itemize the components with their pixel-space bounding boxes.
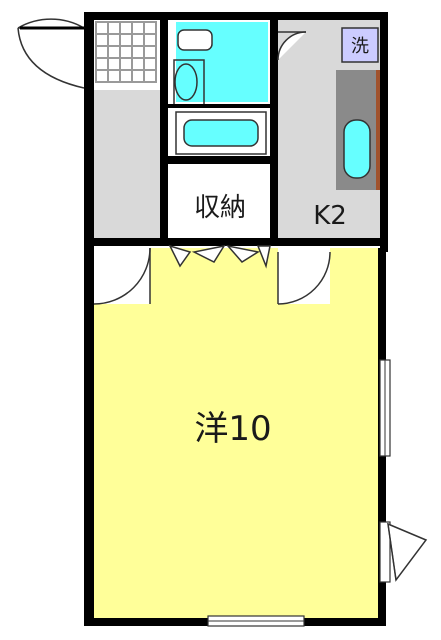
toilet-tank	[177, 29, 213, 51]
bathtub-basin	[183, 119, 259, 147]
washer-label: 洗	[351, 36, 369, 57]
room-door-left	[93, 246, 151, 305]
floor-plan: 洗 K2 収納 洋10	[17, 12, 428, 627]
western-room-label: 洋10	[194, 409, 271, 449]
entrance-floor	[92, 18, 160, 90]
toilet-bowl	[174, 63, 198, 101]
room-door-right	[277, 246, 331, 305]
kitchen-sink	[343, 119, 371, 179]
entrance-door	[17, 18, 85, 89]
kitchen-label: K2	[313, 201, 347, 231]
window-right	[379, 359, 391, 457]
corridor-floor	[92, 90, 160, 240]
balcony-door-right	[379, 521, 428, 583]
storage-label: 収納	[194, 193, 246, 223]
window-bottom	[207, 615, 305, 627]
